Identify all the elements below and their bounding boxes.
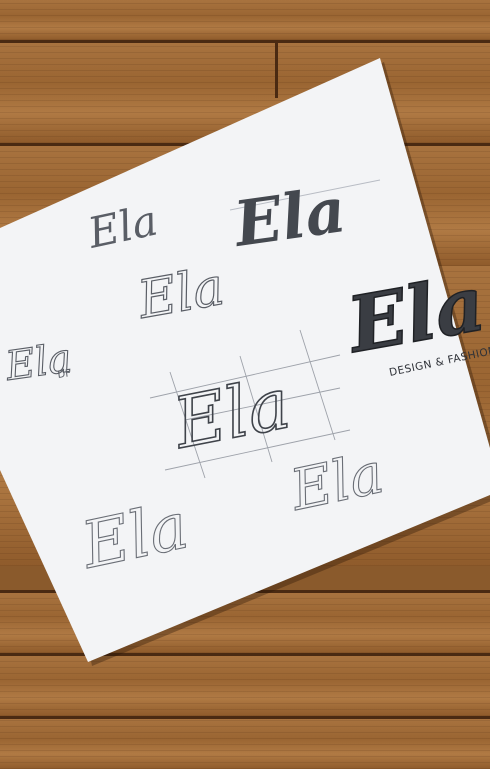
sketch-4-sub: DF	[57, 368, 72, 381]
sketch-4: Ela	[2, 335, 75, 390]
sketch-paper: Ela Ela Ela Ela DF Ela Ela Ela Ela DESIG…	[0, 58, 490, 666]
paper-sheet	[0, 58, 490, 662]
sketch-2: Ela	[228, 173, 350, 261]
